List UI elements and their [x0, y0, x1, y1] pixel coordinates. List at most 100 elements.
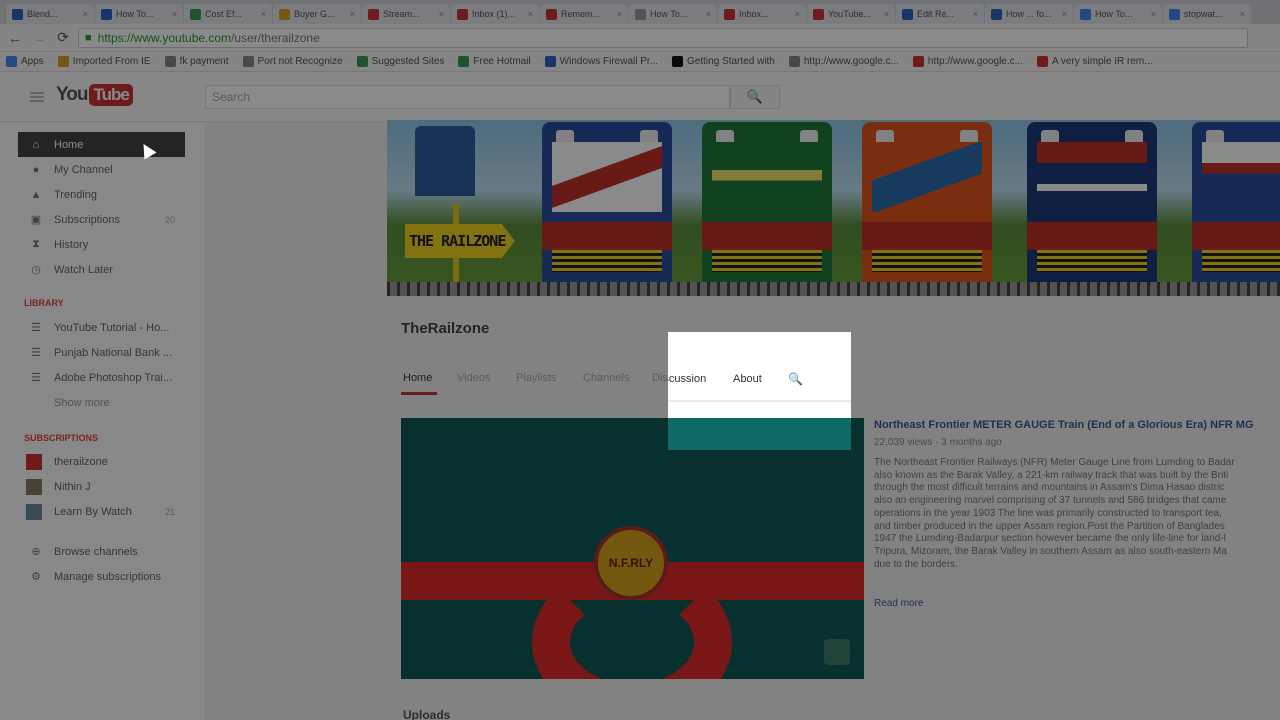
tab-close-icon[interactable]: ×: [617, 9, 622, 19]
tab-favicon-icon: [1080, 8, 1091, 20]
featured-video-player[interactable]: N.F.RLY: [401, 418, 864, 679]
playlist-icon: ☰: [31, 322, 41, 334]
browser-tab[interactable]: YouTube... ×: [807, 4, 895, 24]
browser-tab[interactable]: How To... ×: [1074, 4, 1162, 24]
tab-close-icon[interactable]: ×: [528, 9, 533, 19]
browser-tab[interactable]: How To... ×: [95, 4, 183, 24]
bookmark-item[interactable]: Getting Started with: [672, 56, 775, 67]
search-input[interactable]: Search: [205, 85, 730, 109]
tab-close-icon[interactable]: ×: [83, 9, 88, 19]
subscription-item[interactable]: Learn By Watch 21: [18, 499, 185, 524]
tab-channels[interactable]: Channels: [583, 372, 629, 384]
guide-menu-icon[interactable]: [30, 92, 44, 102]
tab-title: Blend...: [27, 9, 58, 19]
sidebar-item-watch-later[interactable]: ◷ Watch Later: [18, 257, 185, 282]
show-more-link[interactable]: Show more: [18, 390, 185, 415]
uploads-heading: Uploads: [403, 708, 451, 720]
sidebar-item-label: Home: [54, 138, 84, 151]
spotlight-divider: [668, 400, 851, 402]
browser-tab[interactable]: How To... ×: [629, 4, 717, 24]
library-playlist-item[interactable]: ☰ Punjab National Bank ...: [18, 340, 185, 365]
bookmark-item[interactable]: Port not Recognize: [242, 56, 343, 67]
tab-favicon-icon: [546, 8, 557, 20]
subscription-label: Nithin J: [54, 480, 91, 493]
sidebar-item-history[interactable]: ⧗ History: [18, 232, 185, 257]
sidebar-item-my-channel[interactable]: ● My Channel: [18, 157, 185, 182]
bookmark-item[interactable]: Suggested Sites: [356, 56, 444, 67]
subscription-item[interactable]: Nithin J: [18, 474, 185, 499]
youtube-logo[interactable]: You Tube: [56, 84, 133, 106]
bookmark-item[interactable]: http://www.google.c...: [912, 56, 1023, 67]
tab-favicon-icon: [991, 8, 1002, 20]
bookmark-item[interactable]: A very simple IR rem...: [1036, 56, 1153, 67]
browser-tab[interactable]: How ... fo... ×: [985, 4, 1073, 24]
tab-close-icon[interactable]: ×: [795, 9, 800, 19]
browser-tab[interactable]: stopwat... ×: [1163, 4, 1251, 24]
bookmark-item[interactable]: Imported From IE: [57, 56, 151, 67]
tab-close-icon[interactable]: ×: [1062, 9, 1067, 19]
banner-small-train: [415, 126, 475, 196]
tab-close-icon[interactable]: ×: [172, 9, 177, 19]
bookmark-icon: [672, 56, 684, 67]
browser-tab[interactable]: Remem... ×: [540, 4, 628, 24]
address-bar[interactable]: ■ https://www.youtube.com/user/therailzo…: [78, 27, 1248, 48]
bookmark-item[interactable]: Apps: [6, 56, 44, 67]
tab-close-icon[interactable]: ×: [350, 9, 355, 19]
sidebar-footer-item[interactable]: ⊕ Browse channels: [18, 539, 185, 564]
tab-close-icon[interactable]: ×: [1151, 9, 1156, 19]
featured-video-title[interactable]: Northeast Frontier METER GAUGE Train (En…: [874, 419, 1254, 431]
library-playlist-item[interactable]: ☰ Adobe Photoshop Trai...: [18, 365, 185, 390]
sidebar-item-label: Subscriptions: [54, 213, 121, 226]
browser-tab[interactable]: Stream... ×: [362, 4, 450, 24]
tab-about[interactable]: About: [733, 373, 762, 385]
forward-icon[interactable]: →: [30, 29, 48, 47]
bookmark-item[interactable]: Windows Firewall Pr...: [544, 56, 658, 67]
tab-title: Cost Ef...: [205, 9, 243, 19]
bookmark-item[interactable]: fk payment: [164, 56, 229, 67]
history-icon: ⧗: [32, 238, 40, 250]
tab-home[interactable]: Home: [403, 372, 432, 384]
browser-tab[interactable]: Buyer G... ×: [273, 4, 361, 24]
channel-avatar: [26, 453, 42, 470]
browser-tab[interactable]: Cost Ef... ×: [184, 4, 272, 24]
tab-videos[interactable]: Videos: [457, 372, 490, 384]
tab-discussion[interactable]: Discussion: [668, 373, 706, 385]
tab-title: How To...: [116, 9, 154, 19]
description-line: also known as the Barak Valley, a 221-km…: [874, 469, 1229, 481]
browser-tab[interactable]: Edit Re... ×: [896, 4, 984, 24]
subscription-item[interactable]: therailzone: [18, 449, 185, 474]
tab-close-icon[interactable]: ×: [973, 9, 978, 19]
tab-close-icon[interactable]: ×: [706, 9, 711, 19]
tab-playlists[interactable]: Playlists: [516, 372, 556, 384]
library-playlist-item[interactable]: ☰ YouTube Tutorial - Ho...: [18, 315, 185, 340]
browser-tab[interactable]: Inbox (1)... ×: [451, 4, 539, 24]
bookmark-item[interactable]: Free Hotmail: [458, 56, 531, 67]
bookmark-icon: [458, 56, 470, 67]
tab-close-icon[interactable]: ×: [1240, 9, 1245, 19]
browser-tab[interactable]: Blend... ×: [6, 4, 94, 24]
bookmark-item[interactable]: http://www.google.c...: [788, 56, 899, 67]
search-icon[interactable]: 🔍: [730, 85, 780, 109]
watch-later-icon: ◷: [31, 264, 41, 276]
youtube-masthead: You Tube Search 🔍: [0, 72, 1280, 122]
tab-favicon-icon: [279, 8, 290, 20]
bookmark-icon: [356, 56, 368, 67]
sidebar-item-trending[interactable]: ▲ Trending: [18, 182, 185, 207]
channel-title: TheRailzone: [401, 320, 490, 337]
tab-close-icon[interactable]: ×: [261, 9, 266, 19]
reload-icon[interactable]: ⟳: [54, 29, 72, 47]
sidebar-footer-item[interactable]: ⚙ Manage subscriptions: [18, 564, 185, 589]
banner-locomotive: [1192, 122, 1280, 287]
spotlight-search-icon[interactable]: 🔍: [788, 372, 803, 386]
back-icon[interactable]: ←: [6, 29, 24, 47]
description-line: due to the borders.: [874, 558, 958, 570]
read-more-link[interactable]: Read more: [874, 598, 923, 609]
tab-close-icon[interactable]: ×: [884, 9, 889, 19]
tab-close-icon[interactable]: ×: [439, 9, 444, 19]
tab-favicon-icon: [101, 8, 112, 20]
browser-tab[interactable]: Inbox... ×: [718, 4, 806, 24]
tab-favicon-icon: [635, 8, 646, 20]
channel-banner: THE RAILZONE: [387, 120, 1280, 296]
sidebar-item-subscriptions[interactable]: ▣ Subscriptions 20: [18, 207, 185, 232]
sidebar-item-home[interactable]: ⌂ Home: [18, 132, 185, 157]
